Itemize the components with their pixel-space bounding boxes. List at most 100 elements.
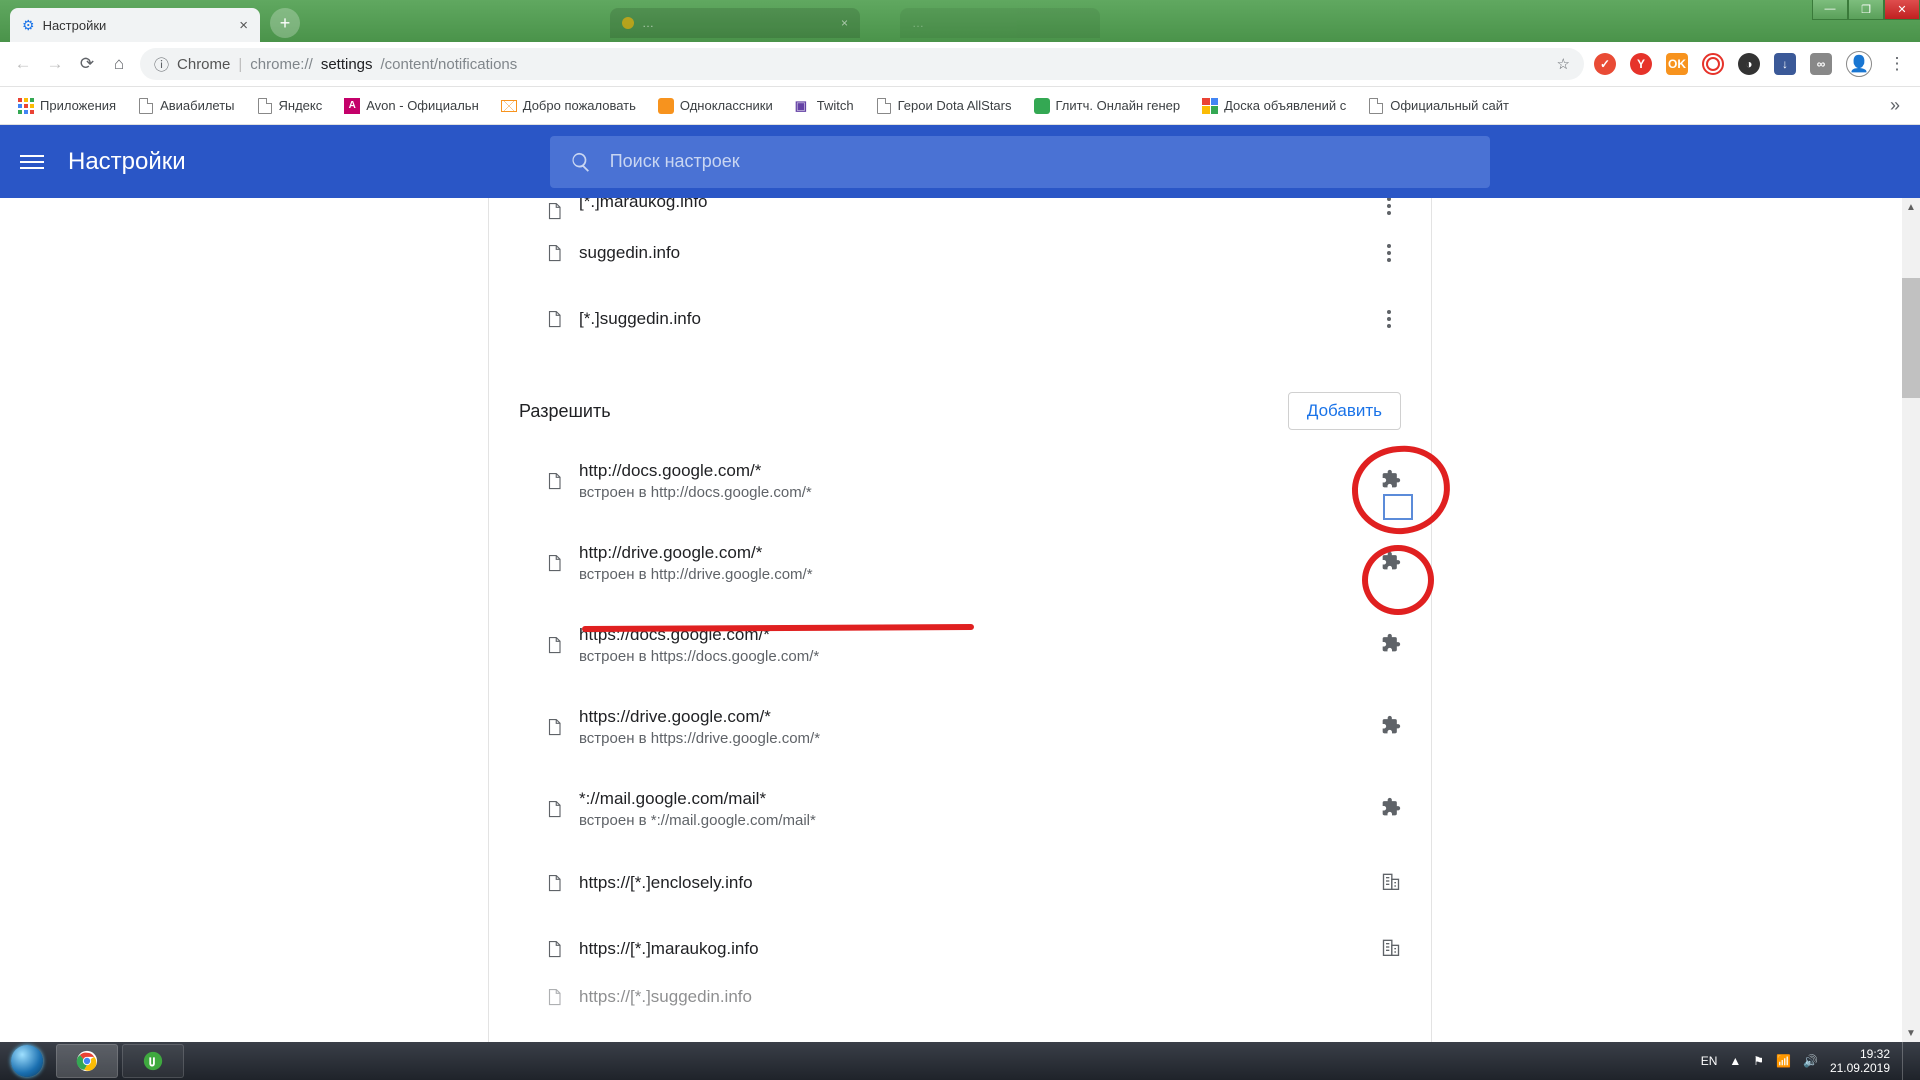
file-icon — [545, 872, 563, 894]
scroll-up-icon[interactable]: ▲ — [1902, 198, 1920, 216]
building-icon — [1381, 871, 1401, 891]
bookmark-icon — [658, 98, 674, 114]
bookmark-icon: ▣ — [795, 98, 811, 114]
bookmark-item[interactable]: Авиабилеты — [130, 94, 242, 118]
bookmark-item[interactable]: ▣ Twitch — [787, 94, 862, 118]
taskbar-app-chrome[interactable] — [56, 1044, 118, 1078]
extension-icon[interactable]: ◑ — [1738, 53, 1760, 75]
site-row[interactable]: [*.]suggedin.info — [489, 286, 1431, 352]
extension-icon[interactable]: ↓ — [1774, 53, 1796, 75]
bookmark-label: Глитч. Онлайн генер — [1056, 98, 1181, 113]
bookmark-item[interactable]: Одноклассники — [650, 94, 781, 118]
bookmark-label: Яндекс — [279, 98, 323, 113]
window-close[interactable]: ✕ — [1884, 0, 1920, 20]
extension-icon[interactable] — [1702, 53, 1724, 75]
file-icon — [545, 552, 563, 574]
tray-volume-icon[interactable]: 🔊 — [1803, 1054, 1818, 1068]
site-row[interactable]: suggedin.info — [489, 220, 1431, 286]
url-path: /content/notifications — [381, 56, 518, 73]
tray-language[interactable]: EN — [1701, 1054, 1718, 1068]
bookmarks-bar: ПриложенияАвиабилеты Яндекс AAvon - Официа… — [0, 87, 1920, 125]
row-indicator[interactable] — [1381, 797, 1401, 822]
profile-avatar[interactable]: 👤 — [1846, 51, 1872, 77]
nav-forward-button[interactable]: → — [44, 53, 66, 75]
chrome-menu-button[interactable]: ⋮ — [1886, 53, 1908, 75]
tray-chevron-icon[interactable]: ▲ — [1729, 1054, 1741, 1068]
row-indicator[interactable] — [1381, 551, 1401, 576]
row-menu-button[interactable] — [1377, 198, 1401, 218]
building-icon — [1381, 937, 1401, 957]
bookmarks-overflow[interactable]: » — [1880, 95, 1910, 116]
gear-icon: ⚙ — [22, 17, 35, 34]
scrollbar[interactable]: ▲ ▼ — [1902, 198, 1920, 1042]
row-menu-button[interactable] — [1377, 241, 1401, 265]
extension-icons: ✓ Y OK ◑ ↓ ∞ 👤 ⋮ — [1594, 51, 1908, 77]
start-button[interactable] — [0, 1042, 54, 1080]
site-url: https://docs.google.com/* — [579, 625, 819, 645]
bookmark-item[interactable]: Герои Dota AllStars — [868, 94, 1020, 118]
site-row[interactable]: [*.]maraukog.info — [489, 198, 1431, 220]
window-minimize[interactable]: — — [1812, 0, 1848, 20]
bookmark-icon — [876, 98, 892, 114]
star-icon[interactable]: ☆ — [1557, 55, 1570, 73]
scroll-thumb[interactable] — [1902, 278, 1920, 398]
url-host: settings — [321, 56, 373, 73]
scroll-down-icon[interactable]: ▼ — [1902, 1024, 1920, 1042]
bookmark-icon — [1202, 98, 1218, 114]
site-row[interactable]: https://[*.]maraukog.info — [489, 916, 1431, 982]
bookmark-item[interactable]: Яндекс — [249, 94, 331, 118]
row-indicator[interactable] — [1381, 633, 1401, 658]
extension-icon[interactable]: ✓ — [1594, 53, 1616, 75]
tray-clock[interactable]: 19:32 21.09.2019 — [1830, 1047, 1890, 1075]
site-url: suggedin.info — [579, 243, 680, 263]
site-sub: встроен в https://docs.google.com/* — [579, 648, 819, 665]
tray-network-icon[interactable]: 📶 — [1776, 1054, 1791, 1068]
bookmark-item[interactable]: Приложения — [10, 94, 124, 118]
row-indicator[interactable] — [1381, 469, 1401, 494]
address-bar[interactable]: ⓘ Chrome | chrome://settings/content/not… — [140, 48, 1584, 80]
settings-search-input[interactable]: Поиск настроек — [550, 136, 1490, 188]
add-button[interactable]: Добавить — [1288, 392, 1401, 430]
bookmark-label: Twitch — [817, 98, 854, 113]
hamburger-menu-button[interactable] — [20, 155, 44, 169]
taskbar-app-utorrent[interactable] — [122, 1044, 184, 1078]
nav-home-button[interactable]: ⌂ — [108, 53, 130, 75]
site-row[interactable]: https://drive.google.com/*встроен в http… — [489, 686, 1431, 768]
site-info-icon[interactable]: ⓘ — [154, 54, 169, 75]
site-row[interactable]: http://drive.google.com/*встроен в http:… — [489, 522, 1431, 604]
row-indicator[interactable] — [1381, 871, 1401, 896]
bookmark-item[interactable]: Доска объявлений с — [1194, 94, 1354, 118]
browser-tab-active[interactable]: ⚙ Настройки × — [10, 8, 260, 42]
site-row[interactable]: https://docs.google.com/* встроен в https… — [489, 604, 1431, 686]
background-tab[interactable]: … — [900, 8, 1100, 38]
file-icon — [545, 716, 563, 738]
site-row[interactable]: https://[*.]suggedin.info — [489, 982, 1431, 1012]
site-url: https://[*.]enclosely.info — [579, 873, 753, 893]
bookmark-label: Одноклассники — [680, 98, 773, 113]
bookmark-item[interactable]: Добро пожаловать — [493, 94, 644, 118]
row-indicator[interactable] — [1381, 937, 1401, 962]
site-row[interactable]: *://mail.google.com/mail*встроен в *://m… — [489, 768, 1431, 850]
window-maximize[interactable]: ❐ — [1848, 0, 1884, 20]
nav-reload-button[interactable]: ⟳ — [76, 53, 98, 75]
bookmark-label: Доска объявлений с — [1224, 98, 1346, 113]
site-row[interactable]: https://[*.]enclosely.info — [489, 850, 1431, 916]
tray-flag-icon[interactable]: ⚑ — [1753, 1054, 1764, 1068]
row-menu-button[interactable] — [1377, 307, 1401, 331]
row-indicator[interactable] — [1381, 715, 1401, 740]
extension-icon[interactable]: ∞ — [1810, 53, 1832, 75]
show-desktop-button[interactable] — [1902, 1042, 1912, 1080]
tab-close-icon[interactable]: × — [239, 17, 248, 34]
site-sub: встроен в http://docs.google.com/* — [579, 484, 812, 501]
bookmark-item[interactable]: Глитч. Онлайн генер — [1026, 94, 1189, 118]
nav-back-button[interactable]: ← — [12, 53, 34, 75]
bookmark-icon — [18, 98, 34, 114]
bookmark-item[interactable]: Официальный сайт — [1360, 94, 1517, 118]
background-tab[interactable]: …× — [610, 8, 860, 38]
extension-icon[interactable]: OK — [1666, 53, 1688, 75]
bookmark-item[interactable]: AAvon - Официальн — [336, 94, 487, 118]
site-row[interactable]: http://docs.google.com/*встроен в http:/… — [489, 440, 1431, 522]
new-tab-button[interactable]: + — [270, 8, 300, 38]
extension-icon[interactable]: Y — [1630, 53, 1652, 75]
puzzle-icon — [1381, 469, 1401, 489]
